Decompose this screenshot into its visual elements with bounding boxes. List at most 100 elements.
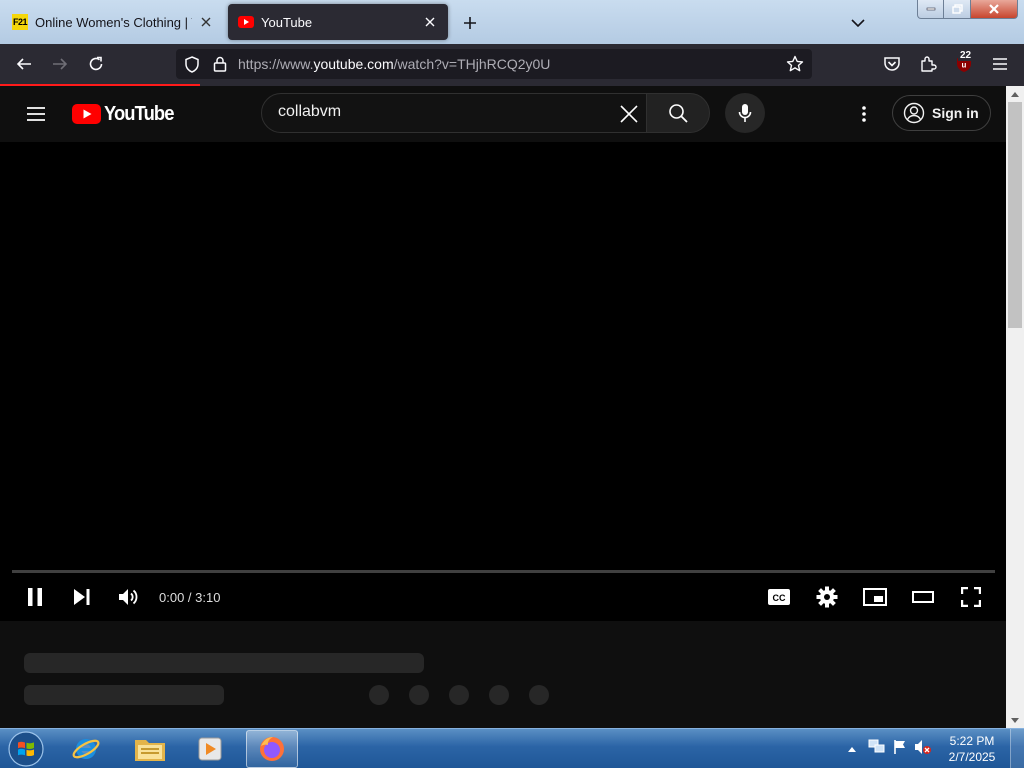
internet-explorer-icon [72, 739, 100, 759]
pocket-button[interactable] [878, 50, 906, 78]
action-placeholder [409, 685, 429, 705]
close-tab-icon[interactable] [422, 14, 438, 30]
lock-icon[interactable] [210, 54, 230, 74]
app-menu-hamburger-icon[interactable] [986, 50, 1014, 78]
pause-icon [28, 588, 42, 606]
back-button[interactable] [10, 50, 38, 78]
firefox-icon [260, 737, 284, 761]
bookmark-star-icon[interactable] [785, 54, 805, 74]
windows-start-orb-icon [8, 731, 44, 767]
pause-button[interactable] [17, 582, 53, 612]
scrollbar-thumb[interactable] [1008, 102, 1022, 328]
settings-more-icon[interactable] [852, 100, 876, 128]
action-placeholder [529, 685, 549, 705]
search-box[interactable]: collabvm [261, 93, 647, 133]
gear-icon [816, 586, 838, 608]
volume-muted-icon[interactable] [914, 739, 932, 760]
minimize-button[interactable] [917, 0, 944, 19]
address-bar[interactable]: https://www.youtube.com/watch?v=THjhRCQ2… [176, 49, 812, 79]
close-window-button[interactable] [971, 0, 1018, 19]
new-tab-button[interactable] [458, 11, 482, 35]
search-input[interactable]: collabvm [278, 103, 341, 121]
youtube-wordmark: YouTube [104, 102, 174, 125]
taskbar-media-player[interactable] [184, 730, 236, 768]
guide-menu-button[interactable] [16, 94, 56, 134]
tab-forever21[interactable]: F21 Online Women's Clothing | Tren [2, 4, 224, 40]
reload-button[interactable] [82, 50, 110, 78]
media-player-icon [198, 737, 222, 761]
subtitles-button[interactable]: CC [761, 582, 797, 612]
screen: F21 Online Women's Clothing | Tren YouTu… [0, 0, 1024, 768]
navigation-toolbar: https://www.youtube.com/watch?v=THjhRCQ2… [0, 44, 1024, 84]
tab-label: Online Women's Clothing | Tren [35, 14, 192, 30]
voice-search-button[interactable] [725, 93, 765, 133]
restore-button[interactable] [944, 0, 971, 19]
clock-time: 5:22 PM [949, 734, 995, 748]
clock-date: 2/7/2025 [948, 750, 996, 764]
system-clock[interactable]: 5:22 PM 2/7/2025 [940, 733, 1004, 765]
extensions-puzzle-icon[interactable] [914, 50, 942, 78]
list-all-tabs-button[interactable] [846, 11, 870, 35]
miniplayer-button[interactable] [857, 582, 893, 612]
youtube-logo[interactable]: YouTube [72, 102, 180, 126]
skip-next-icon [74, 589, 90, 605]
scroll-down-arrow-icon[interactable] [1006, 712, 1024, 728]
fullscreen-icon [961, 587, 981, 607]
title-placeholder [24, 653, 424, 673]
taskbar-file-explorer[interactable] [124, 730, 176, 768]
close-tab-icon[interactable] [198, 14, 214, 30]
closed-captions-icon: CC [768, 589, 790, 605]
url-path: /watch?v=THjhRCQ2y0U [393, 56, 551, 72]
video-progress-bar[interactable] [12, 570, 995, 573]
channel-placeholder [24, 685, 224, 705]
url-text[interactable]: https://www.youtube.com/watch?v=THjhRCQ2… [238, 56, 550, 72]
youtube-favicon-icon [238, 14, 254, 30]
next-video-button[interactable] [64, 582, 100, 612]
volume-icon [119, 589, 138, 605]
show-desktop-button[interactable] [1010, 729, 1024, 768]
start-button[interactable] [4, 730, 48, 768]
scroll-up-arrow-icon[interactable] [1006, 86, 1024, 102]
taskbar-internet-explorer[interactable] [60, 730, 112, 768]
notification-area [846, 729, 932, 768]
svg-text:CC: CC [773, 593, 786, 603]
microphone-icon [738, 104, 752, 122]
search-icon [669, 104, 688, 123]
windows-taskbar: 5:22 PM 2/7/2025 [0, 728, 1024, 768]
clear-search-icon[interactable] [616, 101, 642, 127]
search-button[interactable] [646, 93, 710, 133]
sign-in-label: Sign in [932, 105, 979, 121]
svg-text:u: u [962, 61, 967, 70]
video-player[interactable]: 0:00 / 3:10 CC [0, 142, 1006, 621]
fullscreen-button[interactable] [953, 582, 989, 612]
youtube-play-logo-icon [72, 104, 101, 124]
show-hidden-icons-icon[interactable] [846, 746, 858, 752]
action-placeholder [449, 685, 469, 705]
settings-button[interactable] [809, 582, 845, 612]
folder-icon [135, 740, 165, 761]
action-placeholder [369, 685, 389, 705]
taskbar-firefox[interactable] [246, 730, 298, 768]
theater-mode-button[interactable] [905, 582, 941, 612]
window-controls [917, 0, 1018, 20]
action-center-flag-icon[interactable] [892, 739, 908, 760]
action-placeholder [489, 685, 509, 705]
network-icon[interactable] [868, 739, 886, 760]
account-circle-icon [903, 102, 925, 124]
tracking-protection-shield-icon[interactable] [182, 54, 202, 74]
mute-button[interactable] [111, 582, 147, 612]
tab-youtube[interactable]: YouTube [228, 4, 448, 40]
extension-badge-count: 22 [958, 50, 974, 61]
forever21-favicon-icon: F21 [12, 14, 28, 30]
tab-label: YouTube [261, 14, 313, 30]
youtube-masthead: YouTube collabvm Sign in [0, 86, 1006, 142]
browser-tab-strip: F21 Online Women's Clothing | Tren YouTu… [0, 0, 1024, 44]
miniplayer-icon [863, 588, 887, 606]
video-details-loading-skeleton [0, 621, 1006, 728]
time-display: 0:00 / 3:10 [159, 590, 221, 605]
forward-button[interactable] [46, 50, 74, 78]
sign-in-button[interactable]: Sign in [892, 95, 991, 131]
theater-mode-icon [912, 591, 934, 603]
url-scheme: https://www. [238, 56, 314, 72]
page-scrollbar[interactable] [1006, 86, 1024, 728]
